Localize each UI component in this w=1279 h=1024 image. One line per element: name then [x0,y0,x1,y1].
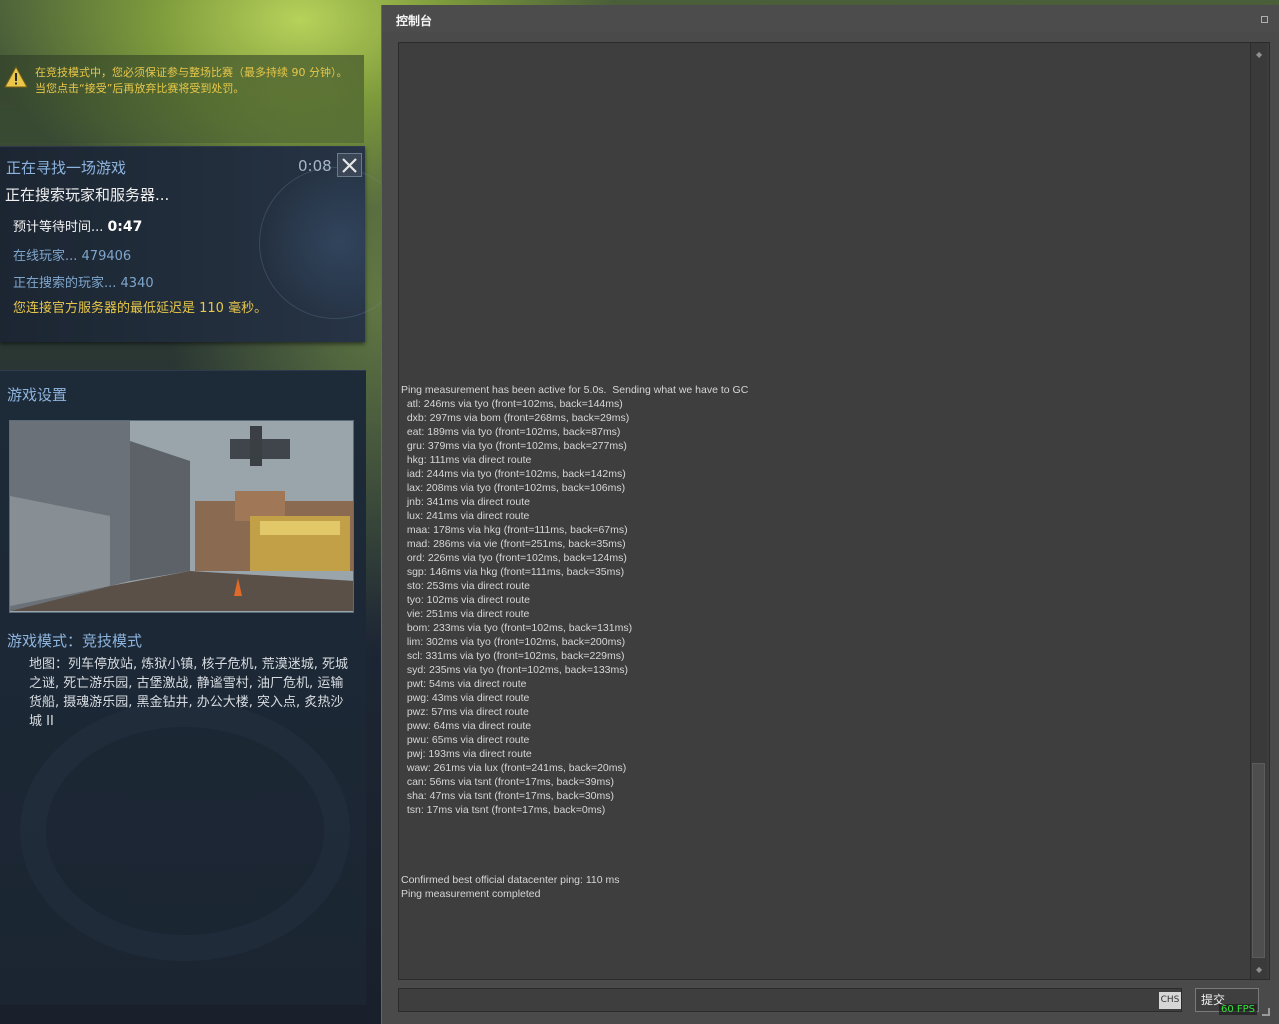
input-language-badge: CHS [1159,992,1181,1009]
search-title: 正在寻找一场游戏 [6,159,127,177]
console-log-line [401,831,1231,845]
matchmaking-panel: 正在寻找一场游戏 0:08 正在搜索玩家和服务器... 预计等待时间... 0:… [0,146,411,342]
estimated-wait: 预计等待时间... 0:47 [13,216,142,235]
console-log-line: iad: 244ms via tyo (front=102ms, back=14… [401,468,626,480]
console-title: 控制台 [396,14,433,28]
console-log-line: mad: 286ms via vie (front=251ms, back=35… [401,538,626,550]
console-log-line: syd: 235ms via tyo (front=102ms, back=13… [401,664,629,676]
map-preview-image [9,420,354,613]
console-log-line: Confirmed best official datacenter ping:… [401,874,620,886]
close-icon [342,158,357,173]
search-timer: 0:08 [298,157,332,175]
console-log-line: jnb: 341ms via direct route [401,496,530,508]
console-log-line: waw: 261ms via lux (front=241ms, back=20… [401,762,627,774]
console-log-line [401,817,1231,831]
console-log-line: tsn: 17ms via tsnt (front=17ms, back=0ms… [401,804,606,816]
console-log: Ping measurement has been active for 5.0… [401,383,1231,901]
map-list: 地图：列车停放站, 炼狱小镇, 核子危机, 荒漠迷城, 死城之谜, 死亡游乐园,… [29,657,349,729]
search-status: 正在搜索玩家和服务器... [5,186,170,204]
console-log-line: tyo: 102ms via direct route [401,594,530,606]
warning-text: 在竞技模式中，您必须保证参与整场比赛（最多持续 90 分钟）。当您点击“接受”后… [35,66,348,95]
console-log-line [401,859,1231,873]
console-log-line: sto: 253ms via direct route [401,580,530,592]
console-log-line: pwg: 43ms via direct route [401,692,530,704]
cancel-search-button[interactable] [337,153,362,177]
warning-triangle-icon [4,66,28,88]
resize-grip[interactable] [1262,1008,1270,1016]
console-log-line: sgp: 146ms via hkg (front=111ms, back=35… [401,566,625,578]
searching-players: 正在搜索的玩家... 4340 [13,276,154,291]
estimated-wait-value: 0:47 [107,219,143,235]
game-mode-label: 游戏模式：竞技模式 [7,632,143,650]
console-log-line: Ping measurement has been active for 5.0… [401,384,749,396]
console-log-line: pwz: 57ms via direct route [401,706,529,718]
console-log-line: eat: 189ms via tyo (front=102ms, back=87… [401,426,621,438]
emblem-decoration [20,701,350,961]
console-log-line: dxb: 297ms via bom (front=268ms, back=29… [401,412,630,424]
maximize-icon[interactable] [1261,16,1268,23]
console-log-line: sha: 47ms via tsnt (front=17ms, back=30m… [401,790,615,802]
fps-counter: 60 FPS [1219,1004,1258,1015]
console-log-line: hkg: 111ms via direct route [401,454,532,466]
settings-title: 游戏设置 [7,386,68,404]
console-scrollbar[interactable]: ◆ ◆ [1250,43,1267,979]
scroll-up-icon[interactable]: ◆ [1256,50,1262,59]
console-log-line: Ping measurement completed [401,888,541,900]
console-titlebar[interactable]: 控制台 [382,5,1279,32]
console-log-line: pwu: 65ms via direct route [401,734,530,746]
console-log-line: scl: 331ms via tyo (front=102ms, back=22… [401,650,625,662]
console-log-line: can: 56ms via tsnt (front=17ms, back=39m… [401,776,615,788]
console-log-line: maa: 178ms via hkg (front=111ms, back=67… [401,524,628,536]
console-log-line: pww: 64ms via direct route [401,720,532,732]
console-log-line: lux: 241ms via direct route [401,510,530,522]
game-settings-panel: 游戏设置 游戏模式：竞技模式 地图：列车停放站, 炼狱小镇, 核子危机, 荒漠迷… [0,370,366,1005]
console-output: Ping measurement has been active for 5.0… [398,42,1270,980]
estimated-wait-label: 预计等待时间... [13,220,108,235]
console-log-line [401,845,1231,859]
console-log-line: ord: 226ms via tyo (front=102ms, back=12… [401,552,627,564]
scroll-down-icon[interactable]: ◆ [1256,965,1262,974]
console-input[interactable]: CHS [398,988,1182,1012]
console-log-line: gru: 379ms via tyo (front=102ms, back=27… [401,440,627,452]
console-window: 控制台 Ping measurement has been active for… [381,5,1279,1024]
console-log-line: pwj: 193ms via direct route [401,748,532,760]
console-log-line: atl: 246ms via tyo (front=102ms, back=14… [401,398,623,410]
console-log-line: bom: 233ms via tyo (front=102ms, back=13… [401,622,633,634]
competitive-warning: 在竞技模式中，您必须保证参与整场比赛（最多持续 90 分钟）。当您点击“接受”后… [0,55,364,143]
scroll-thumb[interactable] [1252,763,1265,958]
console-log-line: lax: 208ms via tyo (front=102ms, back=10… [401,482,626,494]
latency-info: 您连接官方服务器的最低延迟是 110 毫秒。 [13,301,268,316]
console-log-line: lim: 302ms via tyo (front=102ms, back=20… [401,636,626,648]
console-log-line: pwt: 54ms via direct route [401,678,527,690]
online-players: 在线玩家... 479406 [13,249,132,264]
console-log-line: vie: 251ms via direct route [401,608,530,620]
